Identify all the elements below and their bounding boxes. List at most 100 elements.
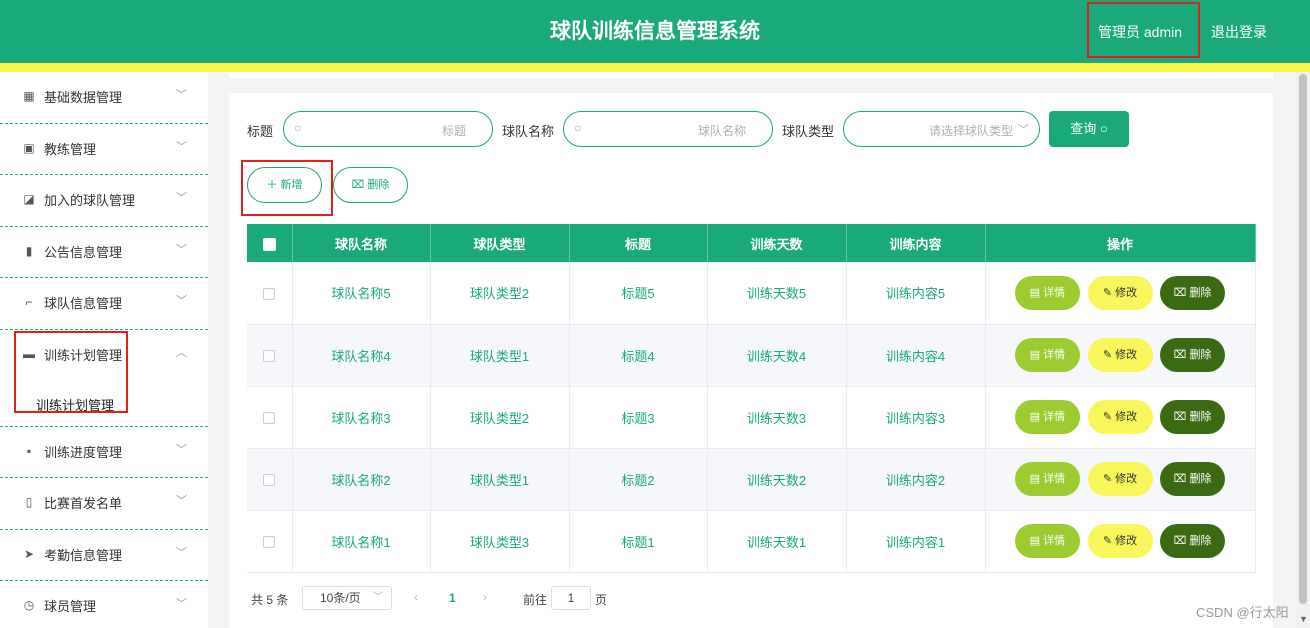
cell-training-days: 训练天数5 xyxy=(707,262,847,325)
cell-training-content: 训练内容2 xyxy=(846,448,986,511)
checkbox-box xyxy=(263,287,276,300)
cell-actions: ▤ 详情 ✎ 修改 ⌧ 删除 xyxy=(985,448,1256,511)
query-button[interactable]: 查询 ○ xyxy=(1049,111,1129,147)
delete-button[interactable]: ⌧ 删除 xyxy=(1160,524,1226,558)
edit-label: 修改 xyxy=(1115,349,1138,361)
detail-button[interactable]: ▤ 详情 xyxy=(1014,524,1080,558)
table-row: 球队名称2 球队类型1 标题2 训练天数2 训练内容2 ▤ 详情 ✎ 修改 ⌧ … xyxy=(247,448,1256,511)
prev-page-button[interactable]: ‹ xyxy=(414,590,418,604)
send-icon: ➤ xyxy=(23,546,35,561)
cell-title: 标题2 xyxy=(569,448,708,511)
edit-button[interactable]: ✎ 修改 xyxy=(1087,338,1153,372)
chevron-up-icon: ︿ xyxy=(176,346,187,359)
header-accent-strip xyxy=(0,63,1310,72)
sidebar-item-joined-team[interactable]: ◪ 加入的球队管理 ﹀ xyxy=(0,175,208,227)
grid-icon: ▦ xyxy=(23,89,35,103)
scroll-down-icon[interactable]: ▼ xyxy=(1299,614,1308,624)
cell-team-name: 球队名称1 xyxy=(292,510,431,573)
cell-team-type: 球队类型2 xyxy=(430,262,570,325)
delete-button[interactable]: ⌧ 删除 xyxy=(1160,338,1226,372)
row-checkbox[interactable] xyxy=(247,386,293,449)
search-icon: ○ xyxy=(294,121,302,135)
page-scrollbar[interactable]: ▼ xyxy=(1296,72,1310,628)
detail-label: 详情 xyxy=(1043,473,1066,485)
sidebar-item-attendance[interactable]: ➤ 考勤信息管理 ﹀ xyxy=(0,530,208,581)
row-checkbox[interactable] xyxy=(247,510,293,573)
edit-button[interactable]: ✎ 修改 xyxy=(1087,400,1153,434)
detail-button[interactable]: ▤ 详情 xyxy=(1014,462,1080,496)
search-icon: ○ xyxy=(1099,121,1108,136)
table-row: 球队名称1 球队类型3 标题1 训练天数1 训练内容1 ▤ 详情 ✎ 修改 ⌧ … xyxy=(247,510,1256,573)
document-icon: ▯ xyxy=(25,495,33,509)
checkbox-box xyxy=(263,350,276,363)
edit-label: 修改 xyxy=(1115,473,1138,485)
search-team-placeholder: 球队名称 xyxy=(697,124,746,138)
cell-team-type: 球队类型2 xyxy=(430,386,570,449)
page-number-current[interactable]: 1 xyxy=(449,591,456,605)
detail-button[interactable]: ▤ 详情 xyxy=(1014,275,1080,310)
logout-link[interactable]: 退出登录 xyxy=(1211,22,1267,42)
sidebar-item-coach[interactable]: ▣ 教练管理 ﹀ xyxy=(0,124,208,175)
search-team-input[interactable]: ○ 球队名称 xyxy=(563,111,773,147)
cell-team-type: 球队类型3 xyxy=(430,510,570,573)
delete-button[interactable]: ⌧ 删除 xyxy=(1160,275,1226,310)
row-checkbox[interactable] xyxy=(247,448,293,511)
sidebar-item-training-plan[interactable]: ▬ 训练计划管理 ︿ 训练计划管理 xyxy=(0,330,208,427)
cell-title: 标题4 xyxy=(569,324,708,387)
edit-button[interactable]: ✎ 修改 xyxy=(1087,524,1153,558)
row-checkbox[interactable] xyxy=(247,262,293,325)
page-size-select[interactable]: 10条/页 ﹀ xyxy=(302,586,392,610)
pencil-icon: ✎ xyxy=(1102,473,1116,485)
chevron-down-icon: ﹀ xyxy=(176,140,187,153)
sidebar-item-notice[interactable]: ▮ 公告信息管理 ﹀ xyxy=(0,227,208,278)
delete-button[interactable]: ⌧ 删除 xyxy=(1160,400,1226,434)
briefcase-icon: ▬ xyxy=(23,346,35,361)
edit-button[interactable]: ✎ 修改 xyxy=(1087,275,1153,310)
edit-button[interactable]: ✎ 修改 xyxy=(1087,462,1153,496)
add-button[interactable]: ＋ 新增 xyxy=(247,167,322,203)
cell-team-name: 球队名称3 xyxy=(292,386,431,449)
detail-label: 详情 xyxy=(1043,535,1066,547)
search-type-select[interactable]: 请选择球队类型 ﹀ xyxy=(843,111,1040,147)
select-all-checkbox[interactable] xyxy=(247,224,293,262)
trash-icon: ⌧ xyxy=(1173,535,1190,547)
scrollbar-thumb[interactable] xyxy=(1299,74,1307,604)
search-type-label: 球队类型 xyxy=(782,124,835,139)
sidebar-item-player[interactable]: ◷ 球员管理 ﹀ xyxy=(0,581,208,628)
document-icon: ▤ xyxy=(1029,535,1044,547)
row-checkbox[interactable] xyxy=(247,324,293,387)
menu-grid-icon: ▪ xyxy=(26,443,32,458)
chevron-down-icon: ﹀ xyxy=(176,89,187,101)
delete-button[interactable]: ⌧ 删除 xyxy=(1160,462,1226,496)
edit-label: 修改 xyxy=(1115,411,1138,423)
cell-team-type: 球队类型1 xyxy=(430,324,570,387)
notebook-icon: ▮ xyxy=(25,243,33,258)
batch-delete-button[interactable]: ⌧ 删除 xyxy=(333,167,408,203)
sidebar-item-starting-lineup[interactable]: ▯ 比赛首发名单 ﹀ xyxy=(0,478,208,530)
sidebar-item-training-progress[interactable]: ▪ 训练进度管理 ﹀ xyxy=(0,427,208,478)
current-user: 管理员 admin xyxy=(1098,24,1183,40)
detail-label: 详情 xyxy=(1043,286,1066,299)
edit-label: 修改 xyxy=(1115,286,1138,299)
search-title-input[interactable]: ○ 标题 xyxy=(283,111,493,147)
batch-delete-label: 删除 xyxy=(367,179,390,191)
cell-training-days: 训练天数1 xyxy=(707,510,847,573)
detail-button[interactable]: ▤ 详情 xyxy=(1014,338,1080,372)
goto-page-input[interactable]: 1 xyxy=(551,586,591,610)
detail-button[interactable]: ▤ 详情 xyxy=(1014,400,1080,434)
content-top-bar xyxy=(229,72,1273,78)
clipboard-icon: ▣ xyxy=(23,140,35,155)
submenu-item-training-plan[interactable]: 训练计划管理 xyxy=(36,395,114,414)
cell-title: 标题3 xyxy=(569,386,708,449)
next-page-button[interactable]: › xyxy=(483,590,487,604)
sidebar-item-base-data[interactable]: ▦ 基础数据管理 ﹀ xyxy=(0,72,208,124)
sidebar-item-team-info[interactable]: ⌐ 球队信息管理 ﹀ xyxy=(0,278,208,330)
sidebar-item-label: 加入的球队管理 xyxy=(44,193,136,208)
table-row: 球队名称3 球队类型2 标题3 训练天数3 训练内容3 ▤ 详情 ✎ 修改 ⌧ … xyxy=(247,386,1256,449)
cell-training-content: 训练内容3 xyxy=(846,386,986,449)
document-icon: ▤ xyxy=(1029,286,1044,299)
data-table: 球队名称 球队类型 标题 训练天数 训练内容 操作 球队名称5 球队类型2 标题… xyxy=(247,224,1256,573)
trash-icon: ⌧ xyxy=(1173,473,1190,485)
cell-team-name: 球队名称2 xyxy=(292,448,431,511)
search-team-label: 球队名称 xyxy=(502,124,555,139)
